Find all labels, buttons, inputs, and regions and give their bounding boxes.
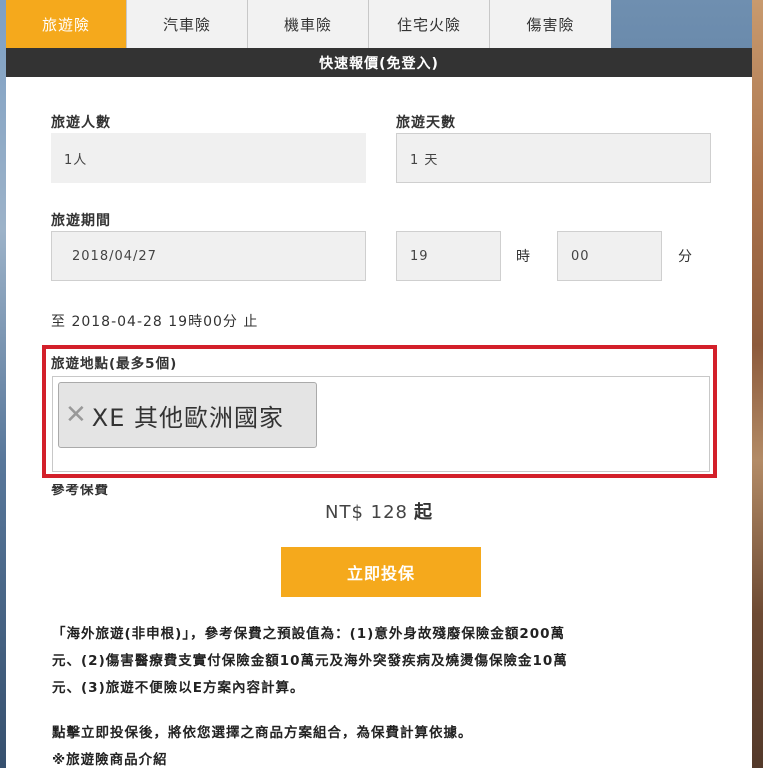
days-field[interactable]: 1 天 — [396, 133, 711, 183]
tab-injury[interactable]: 傷害險 — [490, 0, 611, 48]
tab-travel[interactable]: 旅遊險 — [6, 0, 127, 48]
notes-section: 「海外旅遊(非申根)」，參考保費之預設值為：(1)意外身故殘廢保險金額200萬 … — [52, 621, 702, 768]
notes-line-1: 「海外旅遊(非申根)」，參考保費之預設值為：(1)意外身故殘廢保險金額200萬 — [52, 626, 566, 642]
premium-display: NT$ 128 起 — [6, 498, 752, 524]
tab-car[interactable]: 汽車險 — [127, 0, 248, 48]
tabs-background — [613, 0, 752, 48]
minute-unit: 分 — [678, 249, 692, 265]
hour-unit: 時 — [516, 249, 530, 265]
highlight-frame — [42, 345, 717, 478]
background-right — [752, 0, 763, 768]
notes-line-2: 元、(2)傷害醫療費支實付保險金額10萬元及海外突發疾病及燒燙傷保險金10萬 — [52, 653, 568, 669]
hour-select[interactable]: 19 — [396, 231, 501, 281]
travelers-select[interactable]: 1人 — [51, 133, 366, 183]
notes-line-4: 點擊立即投保後，將依您選擇之商品方案組合，為保費計算依據。 — [52, 725, 473, 741]
tab-home-fire[interactable]: 住宅火險 — [369, 0, 490, 48]
days-label: 旅遊天數 — [396, 115, 456, 131]
insurance-tabs: 旅遊險 汽車險 機車險 住宅火險 傷害險 — [6, 0, 613, 48]
panel-title: 快速報價(免登入) — [6, 48, 752, 77]
apply-now-button[interactable]: 立即投保 — [281, 547, 481, 597]
period-label: 旅遊期間 — [51, 213, 111, 229]
end-date-text: 至 2018-04-28 19時00分 止 — [51, 314, 259, 330]
tab-motorcycle[interactable]: 機車險 — [248, 0, 369, 48]
start-date-input[interactable]: 2018/04/27 — [51, 231, 366, 281]
premium-suffix: 起 — [414, 502, 433, 523]
minute-select[interactable]: 00 — [557, 231, 662, 281]
premium-value: NT$ 128 — [325, 502, 408, 523]
notes-line-3: 元、(3)旅遊不便險以E方案內容計算。 — [52, 680, 305, 696]
travelers-label: 旅遊人數 — [51, 115, 111, 131]
product-intro-link[interactable]: ※旅遊險商品介紹 — [52, 747, 702, 768]
